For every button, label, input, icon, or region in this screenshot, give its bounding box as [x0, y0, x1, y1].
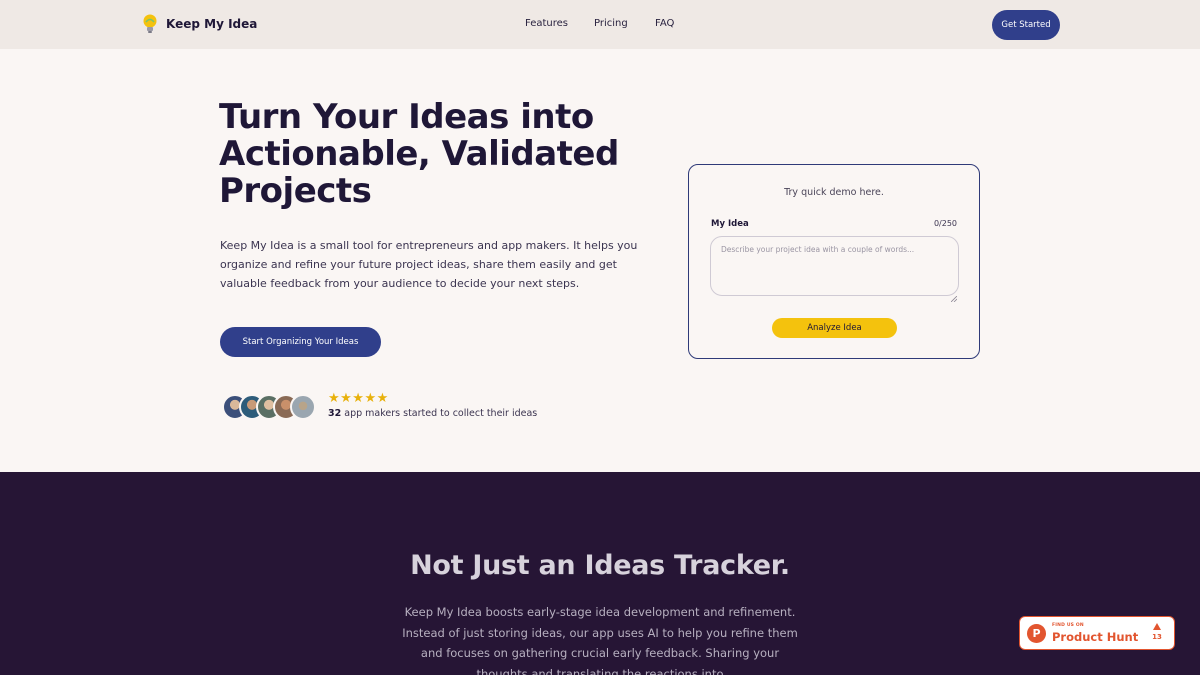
analyze-idea-button[interactable]: Analyze Idea: [772, 318, 897, 338]
rating-stars: ★★★★★: [328, 391, 389, 406]
nav-faq[interactable]: FAQ: [655, 18, 674, 29]
product-hunt-badge[interactable]: P FIND US ON Product Hunt 13: [1019, 616, 1175, 650]
brand-logo[interactable]: Keep My Idea: [142, 13, 257, 35]
idea-input[interactable]: [710, 236, 959, 296]
demo-card: Try quick demo here. My Idea 0/250 Analy…: [688, 164, 980, 359]
product-hunt-small-label: FIND US ON: [1052, 623, 1084, 628]
upvote-arrow-icon: [1153, 623, 1161, 630]
idea-field-label: My Idea: [711, 219, 749, 229]
resize-grip-icon[interactable]: [950, 287, 958, 303]
hero-title: Turn Your Ideas into Actionable, Validat…: [219, 97, 619, 211]
char-counter: 0/250: [933, 219, 957, 228]
hero-description: Keep My Idea is a small tool for entrepr…: [220, 239, 638, 290]
social-proof: 32 app makers started to collect their i…: [328, 408, 537, 419]
brand-name: Keep My Idea: [166, 17, 258, 31]
lightbulb-icon: [142, 13, 158, 35]
product-hunt-logo-icon: P: [1027, 624, 1046, 643]
avatar: [290, 394, 316, 420]
site-header: Keep My Idea Features Pricing FAQ Get St…: [0, 0, 1200, 49]
maker-count: 32: [328, 408, 342, 419]
nav-pricing[interactable]: Pricing: [594, 18, 628, 29]
section-title: Not Just an Ideas Tracker.: [410, 550, 790, 581]
user-avatars: [222, 394, 322, 420]
product-hunt-label: Product Hunt: [1052, 630, 1139, 644]
demo-prompt: Try quick demo here.: [784, 187, 884, 198]
upvote-count: 13: [1152, 633, 1162, 641]
maker-text: app makers started to collect their idea…: [341, 408, 538, 419]
start-organizing-button[interactable]: Start Organizing Your Ideas: [220, 327, 381, 357]
get-started-button[interactable]: Get Started: [992, 10, 1060, 40]
section-description: Keep My Idea boosts early-stage idea dev…: [402, 605, 798, 675]
nav-features[interactable]: Features: [525, 18, 568, 29]
